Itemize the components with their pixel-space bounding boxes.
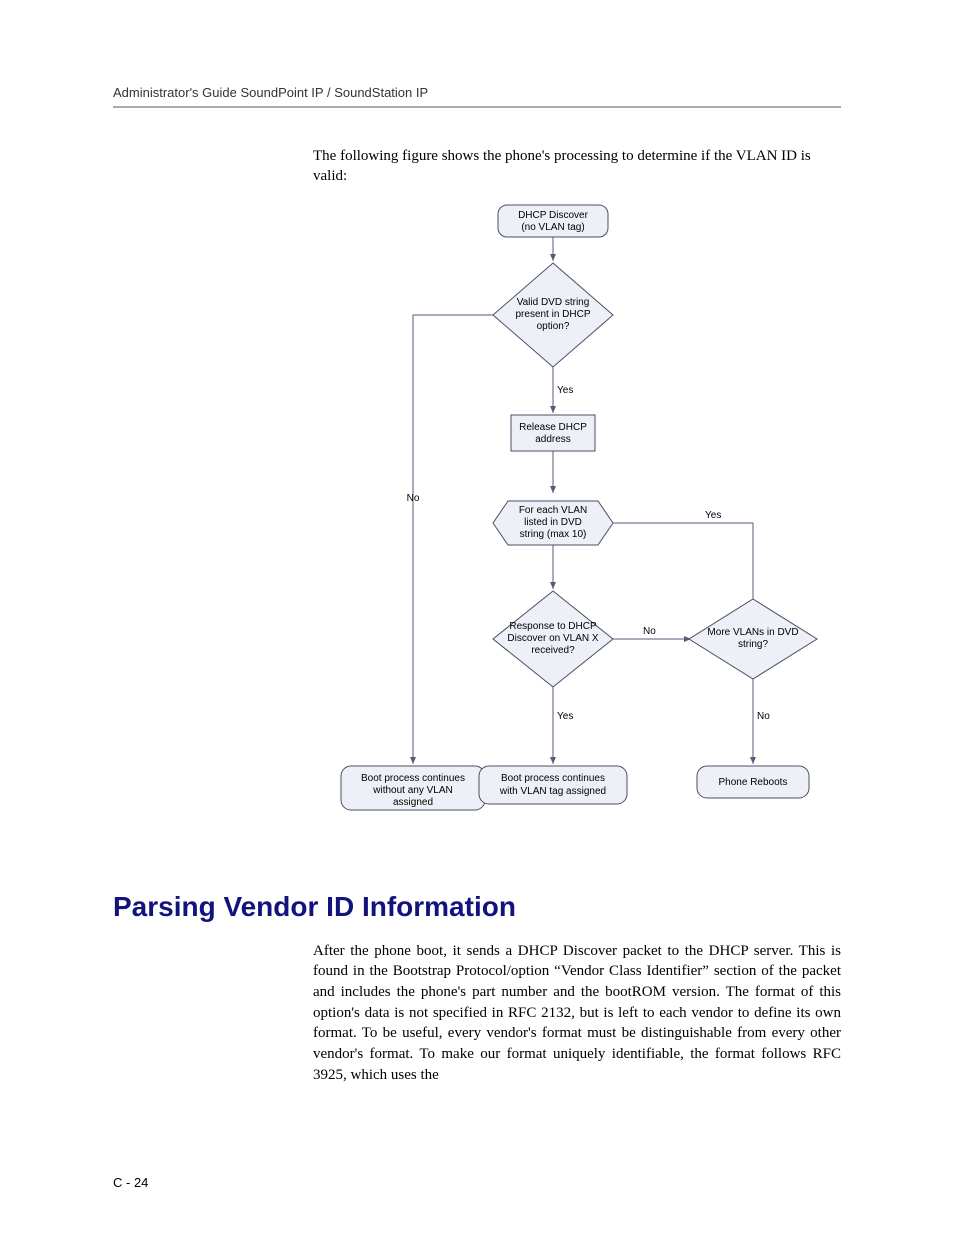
node-foreach-l3: string (max 10)	[520, 529, 587, 540]
label-d2-no: No	[643, 626, 656, 637]
intro-paragraph: The following figure shows the phone's p…	[313, 146, 841, 187]
node-start-text-line1: DHCP Discover	[518, 210, 588, 221]
node-end-withvlan-l1: Boot process continues	[501, 773, 605, 784]
node-release-l1: Release DHCP	[519, 422, 587, 433]
label-d1-no: No	[407, 493, 420, 504]
node-foreach-l2: listed in DVD	[524, 517, 582, 528]
node-end-withvlan-l2: with VLAN tag assigned	[499, 786, 606, 797]
section-heading: Parsing Vendor ID Information	[113, 891, 841, 923]
node-decision1-text-l1: Valid DVD string	[517, 297, 590, 308]
node-decision3-l1: More VLANs in DVD	[707, 627, 798, 638]
node-end-reboot-l1: Phone Reboots	[719, 777, 788, 788]
label-d1-yes: Yes	[557, 385, 573, 396]
body-paragraph: After the phone boot, it sends a DHCP Di…	[313, 941, 841, 1086]
node-end-novlan-l1: Boot process continues	[361, 773, 465, 784]
node-end-novlan-l2: without any VLAN	[372, 785, 453, 796]
node-end-withvlan	[479, 766, 627, 804]
node-foreach-l1: For each VLAN	[519, 505, 587, 516]
node-decision1-text-l2: present in DHCP	[515, 309, 590, 320]
node-decision1-text-l3: option?	[537, 321, 570, 332]
node-release	[511, 415, 595, 451]
label-d3-no: No	[757, 711, 770, 722]
flowchart-figure: .box-fill { fill:#eef0f7; stroke:#4c4c66…	[313, 201, 841, 841]
flowchart-svg: .box-fill { fill:#eef0f7; stroke:#4c4c66…	[313, 201, 833, 841]
node-decision2-l2: Discover on VLAN X	[507, 633, 598, 644]
node-decision2-l3: received?	[531, 645, 575, 656]
node-start-text-line2: (no VLAN tag)	[521, 222, 584, 233]
node-release-l2: address	[535, 434, 571, 445]
node-end-novlan-l3: assigned	[393, 797, 433, 808]
label-d2-yes: Yes	[557, 711, 573, 722]
page-header: Administrator's Guide SoundPoint IP / So…	[113, 85, 841, 100]
node-decision2-l1: Response to DHCP	[509, 621, 597, 632]
header-rule	[113, 106, 841, 108]
label-foreach-yes: Yes	[705, 510, 721, 521]
node-decision3-l2: string?	[738, 639, 768, 650]
page-footer: C - 24	[113, 1175, 841, 1190]
